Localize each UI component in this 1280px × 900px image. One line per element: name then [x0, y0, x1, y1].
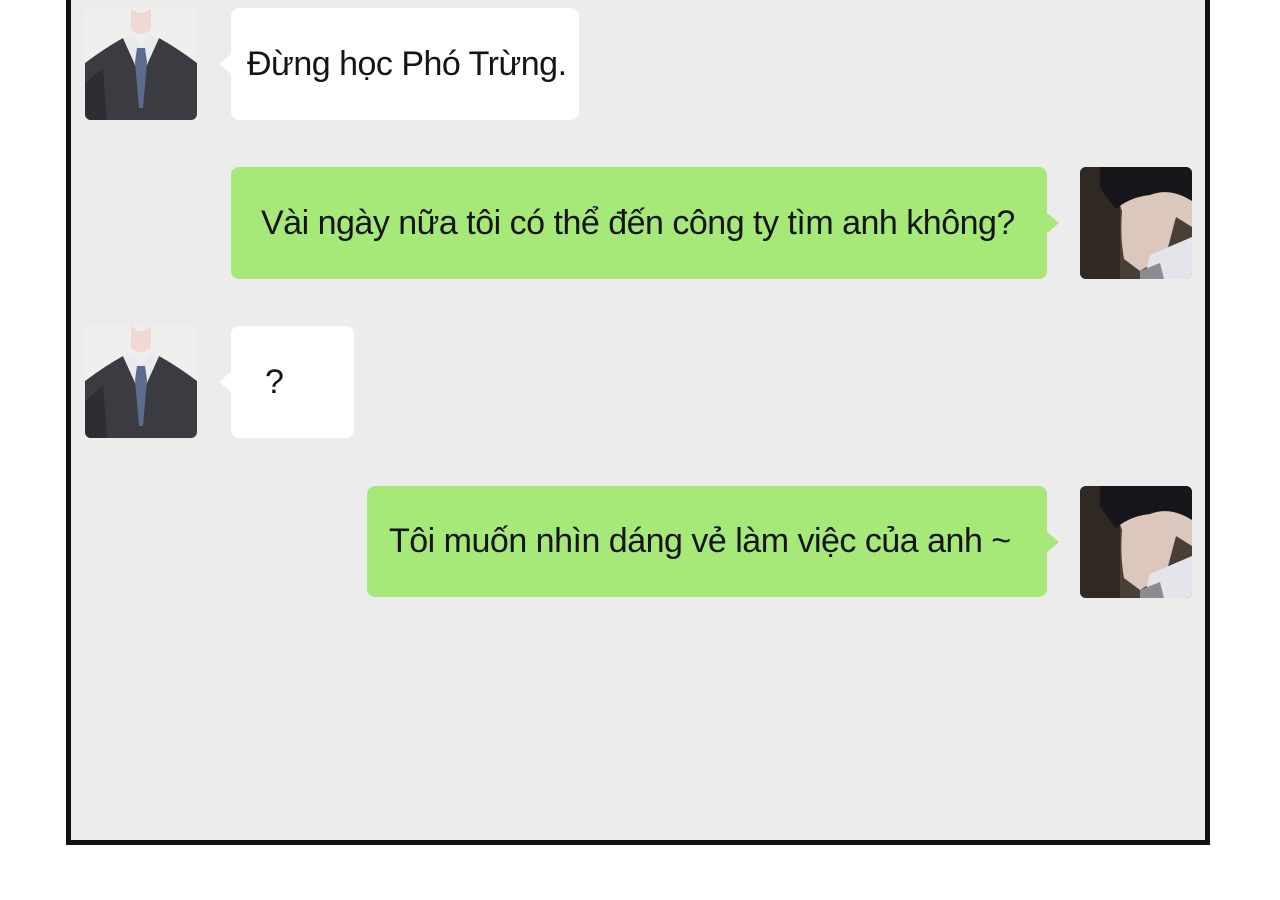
incoming-message[interactable]: ?	[219, 326, 354, 438]
user-avatar[interactable]	[1080, 486, 1192, 598]
outgoing-message[interactable]: Tôi muốn nhìn dáng vẻ làm việc của anh ~	[367, 486, 1059, 597]
suit-man-avatar-icon	[85, 8, 197, 120]
outgoing-message[interactable]: Vài ngày nữa tôi có thể đến công ty tìm …	[231, 167, 1059, 279]
bubble-tail	[1047, 213, 1059, 233]
message-text: ?	[265, 362, 284, 401]
bubble-tail	[219, 54, 231, 74]
message-text: Tôi muốn nhìn dáng vẻ làm việc của anh ~	[389, 522, 1011, 560]
user-avatar[interactable]	[1080, 167, 1192, 279]
contact-avatar[interactable]	[85, 326, 197, 438]
suit-man-avatar-icon	[85, 326, 197, 438]
message-text: Vài ngày nữa tôi có thể đến công ty tìm …	[261, 203, 1015, 242]
bubble-tail	[1047, 531, 1059, 552]
incoming-message[interactable]: Đừng học Phó Trừng.	[219, 8, 579, 120]
message-text: Đừng học Phó Trừng.	[247, 44, 567, 83]
contact-avatar[interactable]	[85, 8, 197, 120]
bubble-tail	[219, 372, 231, 392]
dark-hair-man-avatar-icon	[1080, 486, 1192, 598]
dark-hair-man-avatar-icon	[1080, 167, 1192, 279]
